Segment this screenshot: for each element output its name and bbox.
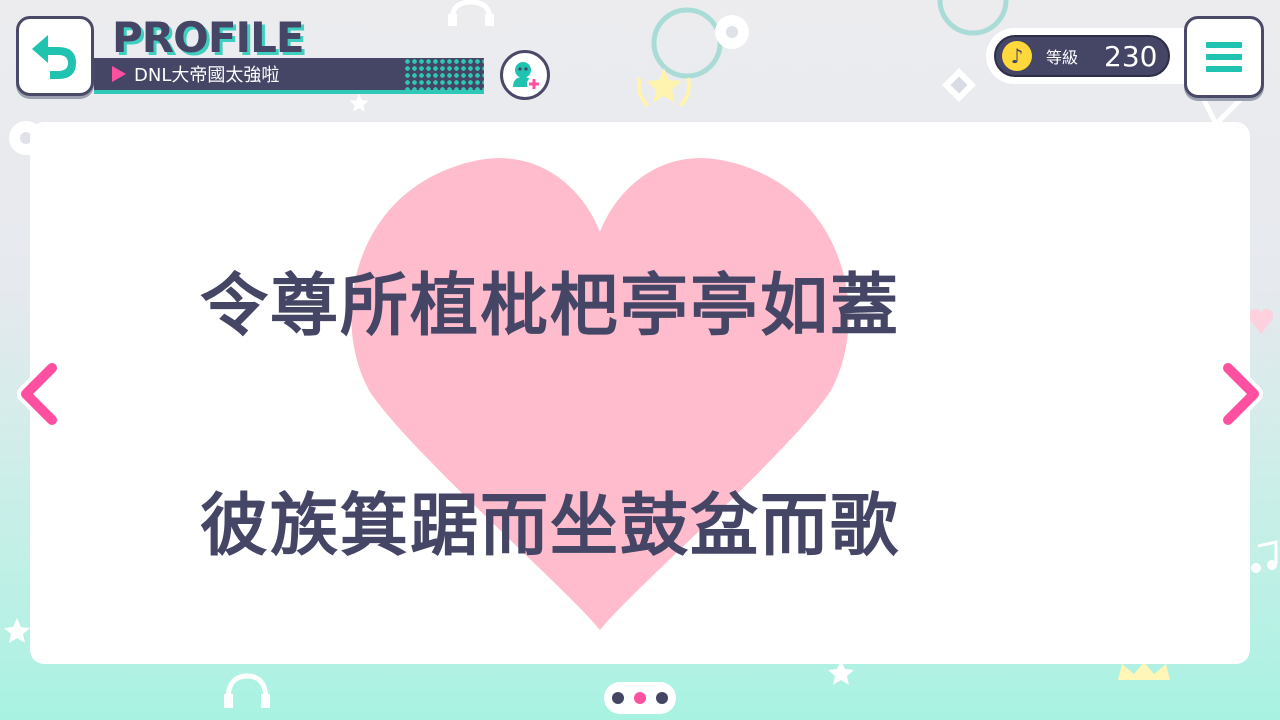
profile-card: 令尊所植枇杷亭亭如蓋 彼族箕踞而坐鼓盆而歌 xyxy=(30,122,1250,664)
previous-page-button[interactable] xyxy=(14,360,64,428)
back-button[interactable] xyxy=(16,16,94,96)
page-dot[interactable] xyxy=(656,692,668,704)
level-label: 等級 xyxy=(1046,48,1079,67)
heart-decoration xyxy=(1248,309,1274,334)
level-pill: ♪ 等級 230 xyxy=(994,35,1170,77)
level-display: ♪ 等級 230 xyxy=(986,28,1186,84)
headphones-decoration xyxy=(448,0,494,26)
menu-bar xyxy=(1206,66,1242,72)
page-title: PROFILE xyxy=(112,13,305,62)
play-triangle-icon xyxy=(112,66,126,82)
menu-bar xyxy=(1206,54,1242,60)
ring-decoration xyxy=(651,7,723,79)
page-dot-active[interactable] xyxy=(634,692,646,704)
page-indicator xyxy=(604,682,676,714)
card-text: 令尊所植枇杷亭亭如蓋 彼族箕踞而坐鼓盆而歌 xyxy=(30,122,1250,664)
add-friend-button[interactable] xyxy=(500,50,550,100)
disc-decoration xyxy=(715,15,749,49)
star-laurel-decoration xyxy=(637,68,691,108)
next-page-button[interactable] xyxy=(1216,360,1266,428)
player-name-bar: DNL大帝國太強啦 xyxy=(94,58,484,94)
card-line: 彼族箕踞而坐鼓盆而歌 xyxy=(200,487,901,566)
star-decoration xyxy=(4,618,30,643)
music-note-icon: ♪ xyxy=(1002,41,1032,71)
diamond-decoration xyxy=(942,68,976,102)
player-name: DNL大帝國太強啦 xyxy=(134,65,280,86)
page-dot[interactable] xyxy=(612,692,624,704)
card-line: 令尊所植枇杷亭亭如蓋 xyxy=(200,267,901,346)
level-value: 230 xyxy=(1104,39,1158,73)
menu-button[interactable] xyxy=(1184,16,1264,98)
back-arrow-icon xyxy=(32,35,76,79)
menu-bar xyxy=(1206,42,1242,48)
add-friend-icon xyxy=(513,62,541,91)
music-note-decoration xyxy=(1251,540,1278,573)
star-decoration xyxy=(349,93,369,112)
headphones-decoration xyxy=(224,673,270,708)
halftone-dots xyxy=(404,58,484,94)
